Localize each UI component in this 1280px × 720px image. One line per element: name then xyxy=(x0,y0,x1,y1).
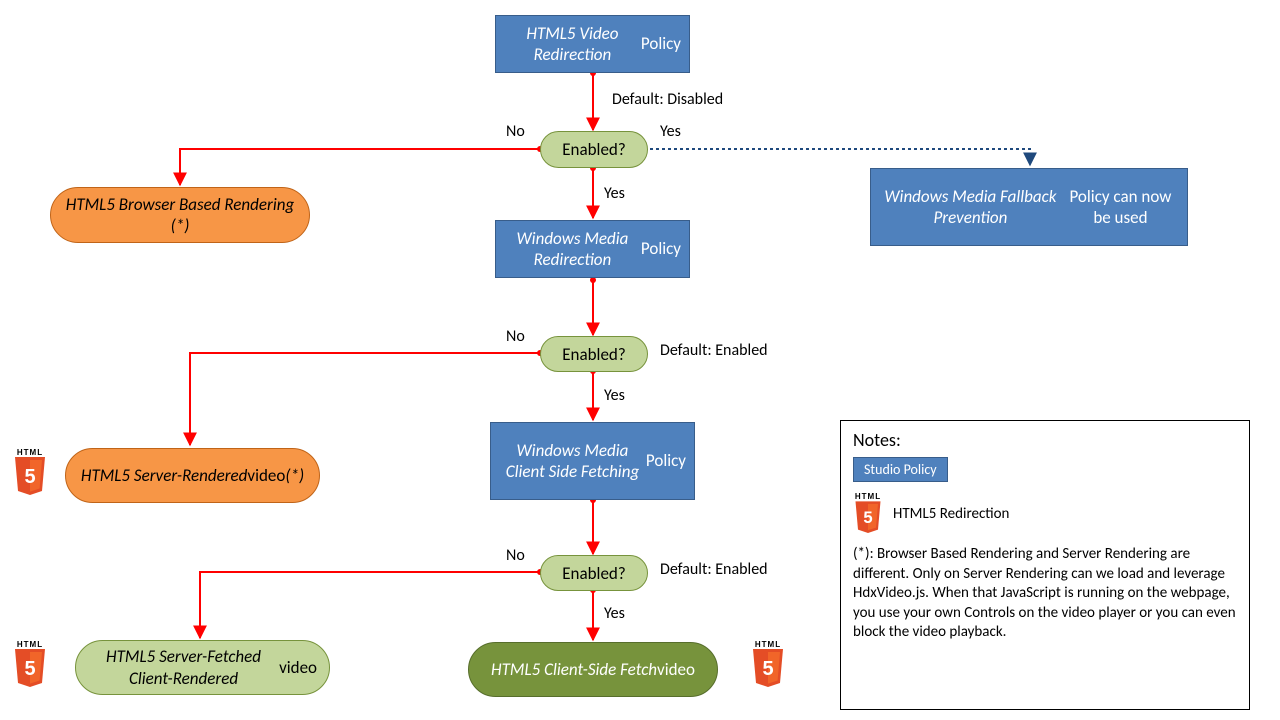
policy-html5-video-redirection: HTML5 Video Redirection Policy xyxy=(495,15,690,73)
legend-studio-policy: Studio Policy xyxy=(853,457,948,482)
policy-wm-fallback-prevention: Windows Media Fallback Prevention Policy… xyxy=(870,168,1188,246)
policy-wm-client-side-fetching: Windows Media Client Side Fetching Polic… xyxy=(490,422,695,500)
outcome-html5-server-fetched-client-rendered: HTML5 Server-Fetched Client-Rendered vid… xyxy=(75,640,330,695)
notes-title: Notes: xyxy=(853,429,1237,451)
svg-text:5: 5 xyxy=(24,466,35,488)
label-default-disabled: Default: Disabled xyxy=(612,90,723,109)
outcome-html5-server-rendered: HTML5 Server-Rendered video (*) xyxy=(65,448,320,503)
html5-icon: HTML 5 xyxy=(12,448,48,497)
label-no-3: No xyxy=(506,546,525,565)
notes-box: Notes: Studio Policy HTML 5 HTML5 Redire… xyxy=(840,420,1250,710)
svg-text:5: 5 xyxy=(863,508,872,527)
html5-icon: HTML 5 xyxy=(750,640,786,689)
label-yes-1d: Yes xyxy=(604,184,625,203)
label-no-1: No xyxy=(506,122,525,141)
label-default-enabled-2: Default: Enabled xyxy=(660,341,768,360)
decision-1-enabled: Enabled? xyxy=(540,131,648,168)
label-no-2: No xyxy=(506,327,525,346)
html5-icon: HTML 5 xyxy=(12,640,48,689)
policy-windows-media-redirection: Windows Media Redirection Policy xyxy=(495,220,690,278)
decision-3-enabled: Enabled? xyxy=(540,555,648,591)
decision-2-enabled: Enabled? xyxy=(540,336,648,372)
label-yes-1r: Yes xyxy=(660,122,681,141)
notes-footnote: (*): Browser Based Rendering and Server … xyxy=(853,545,1237,643)
outcome-html5-client-side-fetch: HTML5 Client-Side Fetch video xyxy=(468,642,718,697)
svg-text:5: 5 xyxy=(24,658,35,680)
svg-text:5: 5 xyxy=(762,658,773,680)
label-yes-3d: Yes xyxy=(604,604,625,623)
label-yes-2d: Yes xyxy=(604,386,625,405)
label-default-enabled-3: Default: Enabled xyxy=(660,560,768,579)
outcome-html5-browser-rendering: HTML5 Browser Based Rendering (*) xyxy=(50,187,310,243)
legend-html5-redirection: HTML5 Redirection xyxy=(893,505,1009,523)
html5-icon: HTML 5 xyxy=(853,492,883,535)
